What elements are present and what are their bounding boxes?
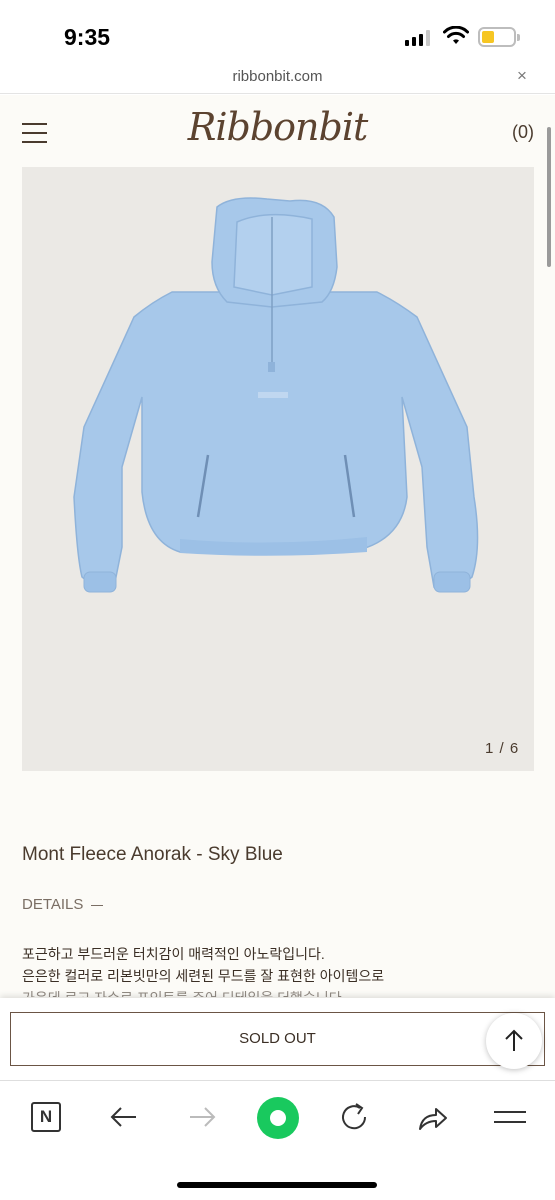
status-time: 9:35	[64, 24, 111, 50]
arrow-right-icon[interactable]	[180, 1099, 224, 1143]
sky-blue-anorak-photo	[73, 197, 479, 593]
description-line: 은은한 컬러로 리본빗만의 세련된 무드를 잘 표현한 아이템으로	[22, 968, 385, 984]
battery-low-icon	[478, 27, 520, 47]
close-icon[interactable]: ×	[517, 66, 527, 86]
sold-out-button[interactable]: SOLD OUT	[10, 1012, 545, 1066]
home-indicator	[177, 1182, 377, 1188]
status-bar: 9:35	[0, 0, 555, 62]
arrow-up-icon	[505, 1029, 523, 1051]
cart-count[interactable]: (0)	[512, 122, 534, 143]
wifi-icon	[443, 26, 469, 44]
scroll-to-top-button[interactable]	[486, 1013, 542, 1069]
naver-green-dot-icon[interactable]	[257, 1097, 299, 1139]
details-label[interactable]: DETAILS	[22, 896, 83, 913]
arrow-left-icon[interactable]	[102, 1099, 146, 1143]
product-title: Mont Fleece Anorak - Sky Blue	[22, 844, 283, 865]
image-counter: 1 / 6	[485, 740, 520, 757]
site-logo[interactable]: Ribbonbit	[0, 105, 555, 149]
site-content: Ribbonbit (0) 1 / 6 Mont Fleece Anorak -…	[0, 95, 555, 1095]
menu-lines-icon[interactable]	[488, 1099, 532, 1143]
url-text[interactable]: ribbonbit.com	[0, 68, 555, 85]
cta-bar: SOLD OUT	[0, 998, 555, 1080]
scrollbar[interactable]	[547, 127, 551, 267]
description-line: 가운데 로고 자수로 포인트를 주어 디테일을 더했습니다.	[22, 987, 384, 997]
description-line: 포근하고 부드러운 터치감이 매력적인 아노락입니다.	[22, 946, 325, 962]
address-bar[interactable]: ribbonbit.com ×	[0, 62, 555, 94]
naver-home-icon[interactable]: N	[31, 1102, 61, 1132]
browser-toolbar: N	[0, 1080, 555, 1200]
cellular-signal-icon	[405, 30, 431, 46]
product-description: 포근하고 부드러운 터치감이 매력적인 아노락입니다. 은은한 컬러로 리본빗만…	[22, 943, 384, 997]
collapse-dash-icon[interactable]	[91, 904, 104, 906]
reload-icon[interactable]	[332, 1099, 376, 1143]
details-toggle[interactable]: DETAILS	[22, 896, 104, 913]
share-icon[interactable]	[410, 1099, 454, 1143]
product-image[interactable]: 1 / 6	[22, 167, 534, 771]
